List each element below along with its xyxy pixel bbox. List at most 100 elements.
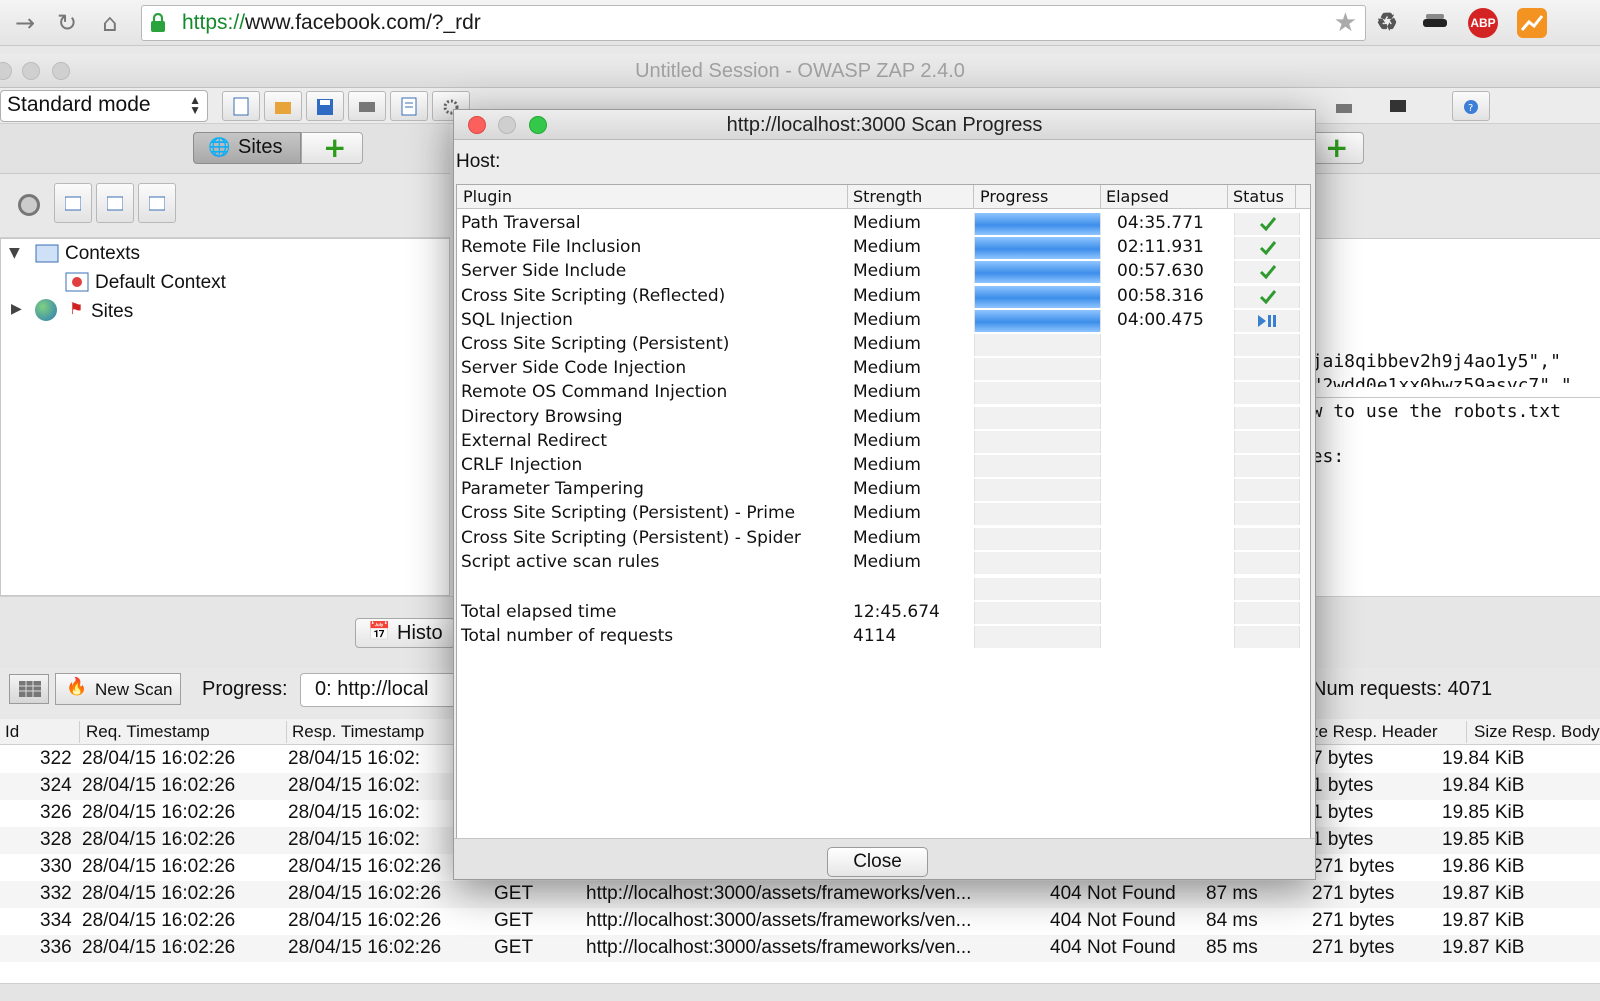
hud-button[interactable] xyxy=(1380,91,1418,121)
plus-icon: + xyxy=(323,131,347,164)
scan-plugin-row[interactable]: Remote OS Command Injection Medium xyxy=(457,381,1310,406)
mode-select[interactable]: Standard mode ▲ ▼ xyxy=(0,90,208,122)
address-bar[interactable]: https://www.facebook.com/?_rdr ★ xyxy=(141,5,1366,41)
plugin-status-cell xyxy=(1234,261,1300,284)
scan-plugin-row[interactable]: Cross Site Scripting (Persistent) - Spid… xyxy=(457,527,1310,552)
bookmark-star-icon[interactable]: ★ xyxy=(1334,8,1357,38)
plus-icon: + xyxy=(1325,131,1349,164)
open-session-button[interactable] xyxy=(264,91,302,121)
plugin-status-cell xyxy=(1234,551,1300,574)
scan-plugin-row[interactable]: Directory Browsing Medium xyxy=(457,406,1310,431)
column-header-strength[interactable]: Strength xyxy=(853,187,922,206)
table-row[interactable]: 334 28/04/15 16:02:26 28/04/15 16:02:26 GET… xyxy=(0,908,1600,935)
spy-glasses-icon[interactable] xyxy=(1420,8,1450,38)
tab-sites-label: Sites xyxy=(238,136,283,158)
globe-icon xyxy=(35,299,57,321)
help-button[interactable]: ? xyxy=(1452,91,1490,121)
scan-plugin-row[interactable]: Cross Site Scripting (Reflected) Medium 00… xyxy=(457,285,1310,310)
scan-plugin-row[interactable]: Server Side Include Medium 00:57.630 xyxy=(457,260,1310,285)
forward-arrow-icon[interactable]: → xyxy=(10,8,40,38)
close-button[interactable]: Close xyxy=(827,847,928,877)
cell-id: 336 xyxy=(40,937,72,958)
add-tab-button[interactable]: + xyxy=(301,132,363,164)
running-icon[interactable] xyxy=(1257,314,1277,328)
globe-icon: 🌐 xyxy=(208,137,231,157)
table-row[interactable]: 332 28/04/15 16:02:26 28/04/15 16:02:26 GET… xyxy=(0,881,1600,908)
new-scan-label: New Scan xyxy=(95,680,173,699)
complete-check-icon xyxy=(1259,289,1277,304)
expand-arrow-right-icon[interactable]: ▶ xyxy=(11,301,22,317)
cell-resp-timestamp: 28/04/15 16:02:26 xyxy=(288,937,442,958)
home-icon[interactable]: ⌂ xyxy=(95,8,125,38)
tree-item-sites[interactable]: Sites xyxy=(91,301,133,323)
plugin-strength: Medium xyxy=(853,551,921,572)
response-line: ","2wdd0e1xx0bwz59asyc7"," xyxy=(1290,375,1572,387)
column-header-resp-timestamp[interactable]: Resp. Timestamp xyxy=(292,722,424,742)
session-properties-button[interactable] xyxy=(390,91,428,121)
scan-plugin-row[interactable]: Server Side Code Injection Medium xyxy=(457,357,1310,382)
plugin-name: Path Traversal xyxy=(461,213,581,233)
new-session-button[interactable] xyxy=(222,91,260,121)
dialog-footer: Close xyxy=(454,838,1315,879)
recycle-icon[interactable]: ♻ xyxy=(1372,8,1402,38)
import-context-button[interactable] xyxy=(96,183,134,223)
adblock-icon[interactable]: ABP xyxy=(1468,8,1498,38)
column-header-req-timestamp[interactable]: Req. Timestamp xyxy=(86,722,210,742)
plugin-progress-bar xyxy=(974,503,1101,526)
tree-item-contexts[interactable]: Contexts xyxy=(65,243,140,265)
zap-window-titlebar: Untitled Session - OWASP ZAP 2.4.0 xyxy=(0,54,1600,88)
new-context-button[interactable] xyxy=(54,183,92,223)
plugin-name: Script active scan rules xyxy=(461,551,660,572)
column-header-size-resp-header[interactable]: ze Resp. Header xyxy=(1310,722,1438,742)
response-line: how to use the robots.txt xyxy=(1290,401,1561,422)
column-header-id[interactable]: Id xyxy=(5,722,19,742)
dialog-title: http://localhost:3000 Scan Progress xyxy=(726,114,1043,136)
cell-req-timestamp: 28/04/15 16:02:26 xyxy=(82,748,236,769)
plugin-strength: Medium xyxy=(853,358,921,379)
tree-item-default-context[interactable]: Default Context xyxy=(95,272,226,294)
scan-plugin-row[interactable]: Parameter Tampering Medium xyxy=(457,478,1310,503)
plugin-name: Directory Browsing xyxy=(461,406,623,427)
expand-arrow-down-icon[interactable]: ▼ xyxy=(9,245,20,261)
tab-sites[interactable]: 🌐 Sites xyxy=(193,132,301,164)
scan-plugin-row[interactable]: Cross Site Scripting (Persistent) Medium xyxy=(457,333,1310,358)
plugin-progress-bar xyxy=(974,334,1101,356)
scan-plugin-row[interactable]: External Redirect Medium xyxy=(457,430,1310,455)
save-session-button[interactable] xyxy=(306,91,344,121)
add-tab-button[interactable]: + xyxy=(1308,132,1364,164)
response-content: ,"jai8qibbev2h9j4ao1y5"," ","2wdd0e1xx0b… xyxy=(1290,238,1600,596)
column-header-size-resp-body[interactable]: Size Resp. Body xyxy=(1474,722,1600,742)
plugin-elapsed: 00:57.630 xyxy=(1117,261,1204,282)
sites-tabbar: 🌐 Sites + xyxy=(0,124,450,174)
plugin-strength: Medium xyxy=(853,527,921,548)
column-divider xyxy=(1227,185,1228,209)
scan-plugin-row[interactable]: Path Traversal Medium 04:35.771 xyxy=(457,212,1310,237)
tools-button[interactable] xyxy=(1326,91,1364,121)
grid-icon xyxy=(19,681,41,697)
scan-progress-select[interactable]: 0: http://local xyxy=(300,673,460,707)
tab-history[interactable]: 📅 Histo xyxy=(355,618,455,648)
scan-plugin-row[interactable]: Cross Site Scripting (Persistent) - Prim… xyxy=(457,502,1310,527)
status-cell xyxy=(1234,602,1300,624)
column-header-progress[interactable]: Progress xyxy=(980,187,1048,206)
snapshot-button[interactable] xyxy=(348,91,386,121)
cell-rtt: 87 ms xyxy=(1206,883,1258,904)
scan-plugin-row[interactable]: Script active scan rules Medium xyxy=(457,551,1310,576)
chart-icon[interactable] xyxy=(1517,8,1547,38)
cell-size-body: 19.85 KiB xyxy=(1442,802,1525,823)
reload-icon[interactable]: ↻ xyxy=(52,8,82,38)
target-icon[interactable] xyxy=(18,194,40,216)
scan-plugin-row[interactable]: SQL Injection Medium 04:00.475 xyxy=(457,309,1310,334)
new-scan-button[interactable]: 🔥 New Scan xyxy=(55,673,181,705)
column-header-plugin[interactable]: Plugin xyxy=(463,187,512,206)
cell-req-timestamp: 28/04/15 16:02:26 xyxy=(82,802,236,823)
scan-plugin-row[interactable]: CRLF Injection Medium xyxy=(457,454,1310,479)
scan-plugin-row[interactable]: Remote File Inclusion Medium 02:11.931 xyxy=(457,236,1310,261)
table-row[interactable]: 336 28/04/15 16:02:26 28/04/15 16:02:26 GET… xyxy=(0,935,1600,962)
column-header-elapsed[interactable]: Elapsed xyxy=(1106,187,1169,206)
progress-fill xyxy=(975,285,1100,308)
column-header-status[interactable]: Status xyxy=(1233,187,1284,206)
cell-size-header: 1 bytes xyxy=(1312,829,1374,850)
export-context-button[interactable] xyxy=(138,183,176,223)
scan-progress-grid-button[interactable] xyxy=(9,674,49,704)
